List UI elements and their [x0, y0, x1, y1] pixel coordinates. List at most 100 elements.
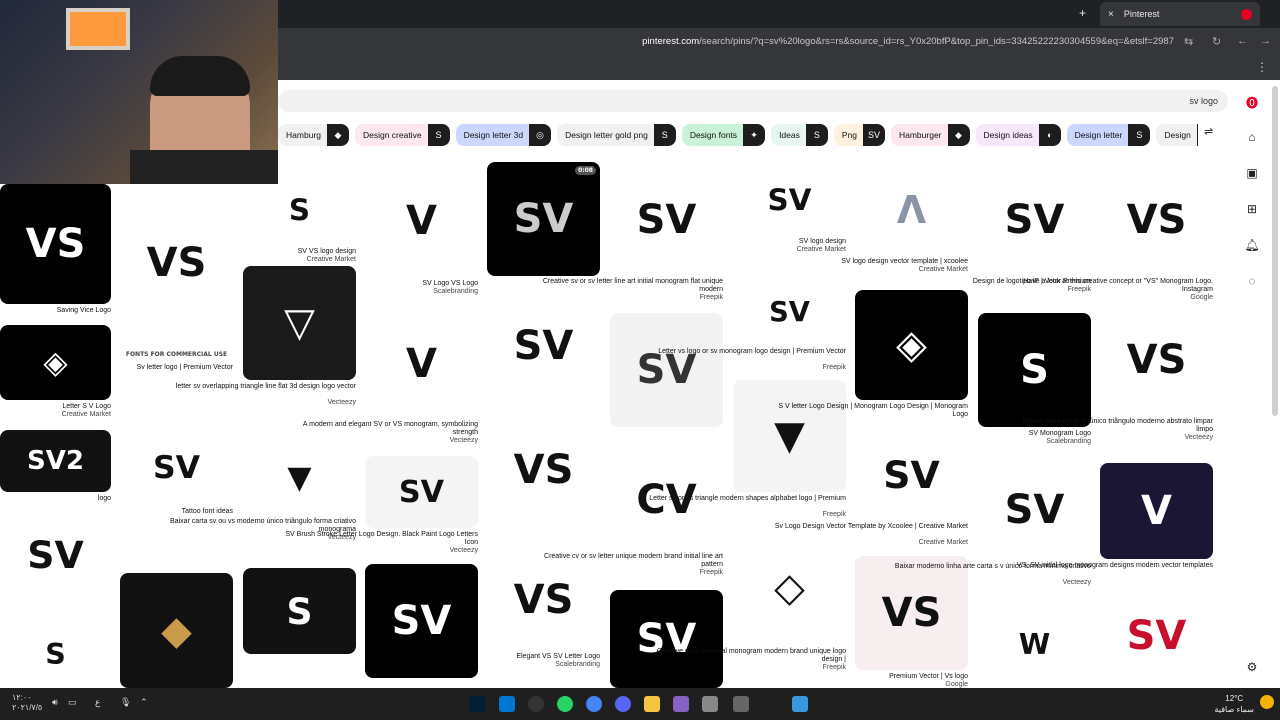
pin-title[interactable]: Creative cv or sv letter unique modern b…	[523, 553, 723, 569]
pin-title[interactable]: Sv Logo Design Vector Template by Xcoole…	[768, 523, 968, 531]
chip[interactable]: Design S	[1156, 124, 1198, 146]
pin-image[interactable]: SV	[610, 165, 723, 275]
pin-title[interactable]: Creative sv or sv letter line art initia…	[523, 278, 723, 294]
chrome-icon[interactable]	[586, 696, 602, 712]
pin-image[interactable]: V	[365, 165, 478, 277]
pin-image[interactable]: SV	[365, 456, 478, 528]
settings-icon[interactable]: ⚙	[1244, 660, 1260, 676]
url-field[interactable]: pinterest.com/search/pins/?q=sv%20logo&r…	[642, 36, 1174, 47]
chip[interactable]: Ideas S	[771, 124, 828, 146]
chip[interactable]: Png SV	[833, 124, 885, 146]
pin-image[interactable]: SV	[0, 510, 111, 600]
close-icon[interactable]: ×	[1108, 9, 1114, 20]
pin-title[interactable]: Tattoo font ideas	[33, 508, 233, 516]
pin-title[interactable]: Have a look at this creative concept or …	[1013, 278, 1213, 294]
pin-image[interactable]: V	[1100, 463, 1213, 559]
pin-title[interactable]: S V letter Logo Design | Monogram Logo D…	[768, 403, 968, 419]
pin-image[interactable]: S	[243, 568, 356, 654]
pin-image[interactable]: SV	[487, 296, 600, 396]
pin-title[interactable]: logo	[0, 495, 111, 503]
pin-image[interactable]: SV	[733, 280, 846, 345]
pin-image[interactable]: W	[978, 610, 1091, 678]
pin-source[interactable]: Google	[1013, 294, 1213, 301]
tab-pinterest[interactable]: × Pinterest	[1100, 2, 1260, 26]
pin-image[interactable]: SV	[733, 165, 846, 235]
pin-image[interactable]: ᐱ	[855, 165, 968, 255]
pin-image[interactable]: ◇	[733, 530, 846, 645]
volume-icon[interactable]: 🔊︎	[52, 697, 58, 708]
chip[interactable]: Design letter gold png S	[557, 124, 676, 146]
pin-title[interactable]: SV VS logo design	[156, 248, 356, 256]
pin-source[interactable]: Google	[768, 681, 968, 688]
pin-source[interactable]: Freepik	[646, 511, 846, 518]
pin-image[interactable]: VS	[487, 420, 600, 520]
pin-source[interactable]: Vecteezy	[278, 547, 478, 554]
pin-source[interactable]: Creative Market	[156, 256, 356, 263]
windows-start-icon[interactable]	[792, 696, 808, 712]
pin-image[interactable]	[243, 666, 356, 688]
pin-title[interactable]: Letter sv or vs triangle modern shapes a…	[646, 495, 846, 503]
pin-image[interactable]: SV	[1100, 586, 1213, 686]
weather-widget[interactable]: 12°C سماء صافية	[1214, 693, 1254, 715]
pin-image[interactable]: SV	[610, 590, 723, 688]
pin-image[interactable]: SV	[978, 165, 1091, 275]
app-icon[interactable]	[702, 696, 718, 712]
pin-source[interactable]: Vecteezy	[278, 437, 478, 444]
pin-source[interactable]: Freepik	[646, 664, 846, 671]
explorer-window-icon[interactable]	[499, 696, 515, 712]
pinterest-logo-icon[interactable]: ⓿	[1244, 94, 1260, 110]
pin-source[interactable]: Freepik	[523, 294, 723, 301]
pin-title[interactable]: SV logo design	[646, 238, 846, 246]
pin-image[interactable]: FONTS FOR COMMERCIAL USE	[120, 347, 233, 361]
pin-source[interactable]: Freepik	[646, 364, 846, 371]
pin-image[interactable]: SV	[120, 430, 233, 505]
obs-icon[interactable]	[528, 696, 544, 712]
reload-icon[interactable]: ↻	[1212, 35, 1221, 48]
home-icon[interactable]: ⌂	[1244, 130, 1260, 146]
chip[interactable]: Hamburg ◆	[278, 124, 349, 146]
pin-image[interactable]: SV	[978, 460, 1091, 560]
copilot-icon[interactable]	[673, 696, 689, 712]
chip[interactable]: Design fonts ✦	[681, 124, 766, 146]
chip[interactable]: Design ideas ◐	[975, 124, 1061, 146]
pin-title[interactable]: Premium Vector | Vs logo	[768, 673, 968, 681]
pin-title[interactable]: letter sv overlapping triangle line flat…	[156, 383, 356, 391]
pin-source[interactable]: Scalebranding	[278, 288, 478, 295]
pin-source[interactable]: Vecteezy	[156, 399, 356, 406]
forward-icon[interactable]: →	[1260, 35, 1271, 47]
language-indicator[interactable]: ع	[95, 697, 100, 708]
pin-image[interactable]: ▼	[243, 440, 356, 515]
new-tab-button[interactable]: +	[1079, 6, 1086, 20]
scrollbar[interactable]	[1272, 86, 1278, 416]
back-icon[interactable]: ←	[1237, 35, 1248, 47]
photoshop-icon[interactable]	[470, 696, 486, 712]
pin-source[interactable]: Scalebranding	[400, 661, 600, 668]
messages-icon[interactable]: ◌	[1244, 274, 1260, 290]
pin-image[interactable]: V	[365, 310, 478, 418]
pin-source[interactable]: Vecteezy	[891, 579, 1091, 586]
taskview-icon[interactable]	[733, 696, 749, 712]
pin-title[interactable]: Elegant VS SV Letter Logo	[400, 653, 600, 661]
pin-image[interactable]: ▼	[733, 380, 846, 492]
pin-title[interactable]: Sv letter logo | Premium Vector	[33, 364, 233, 372]
pin-image[interactable]: ◈	[0, 325, 111, 400]
discord-icon[interactable]	[615, 696, 631, 712]
pin-title[interactable]: Letter S V Logo	[0, 403, 111, 411]
chip[interactable]: Design letter 3d ◎	[455, 124, 552, 146]
folder-icon[interactable]	[644, 696, 660, 712]
chip[interactable]: Hamburger ◆	[890, 124, 970, 146]
create-icon[interactable]: ⊞	[1244, 202, 1260, 218]
pin-title[interactable]: SV logo design vector template | xcoolee	[768, 258, 968, 266]
clock[interactable]: ١٢:٠٠ ٢٠٢١/٧/٥	[12, 693, 42, 713]
pin-image[interactable]: VS	[855, 556, 968, 670]
pin-title[interactable]: SV Logo VS Logo	[278, 280, 478, 288]
pin-title[interactable]: VS, SV initial logo monogram designs mod…	[1013, 562, 1213, 570]
pin-title[interactable]: Saving Vice Logo	[0, 307, 111, 315]
explore-icon[interactable]: ▣	[1244, 166, 1260, 182]
network-icon[interactable]: ▭	[68, 697, 77, 708]
pin-source[interactable]: Vecteezy	[1013, 434, 1213, 441]
pin-image[interactable]: SV2	[0, 430, 111, 492]
pin-source[interactable]: Creative Market	[768, 266, 968, 273]
chip[interactable]: Design letter S	[1066, 124, 1151, 146]
pin-image[interactable]: VS	[1100, 165, 1213, 275]
